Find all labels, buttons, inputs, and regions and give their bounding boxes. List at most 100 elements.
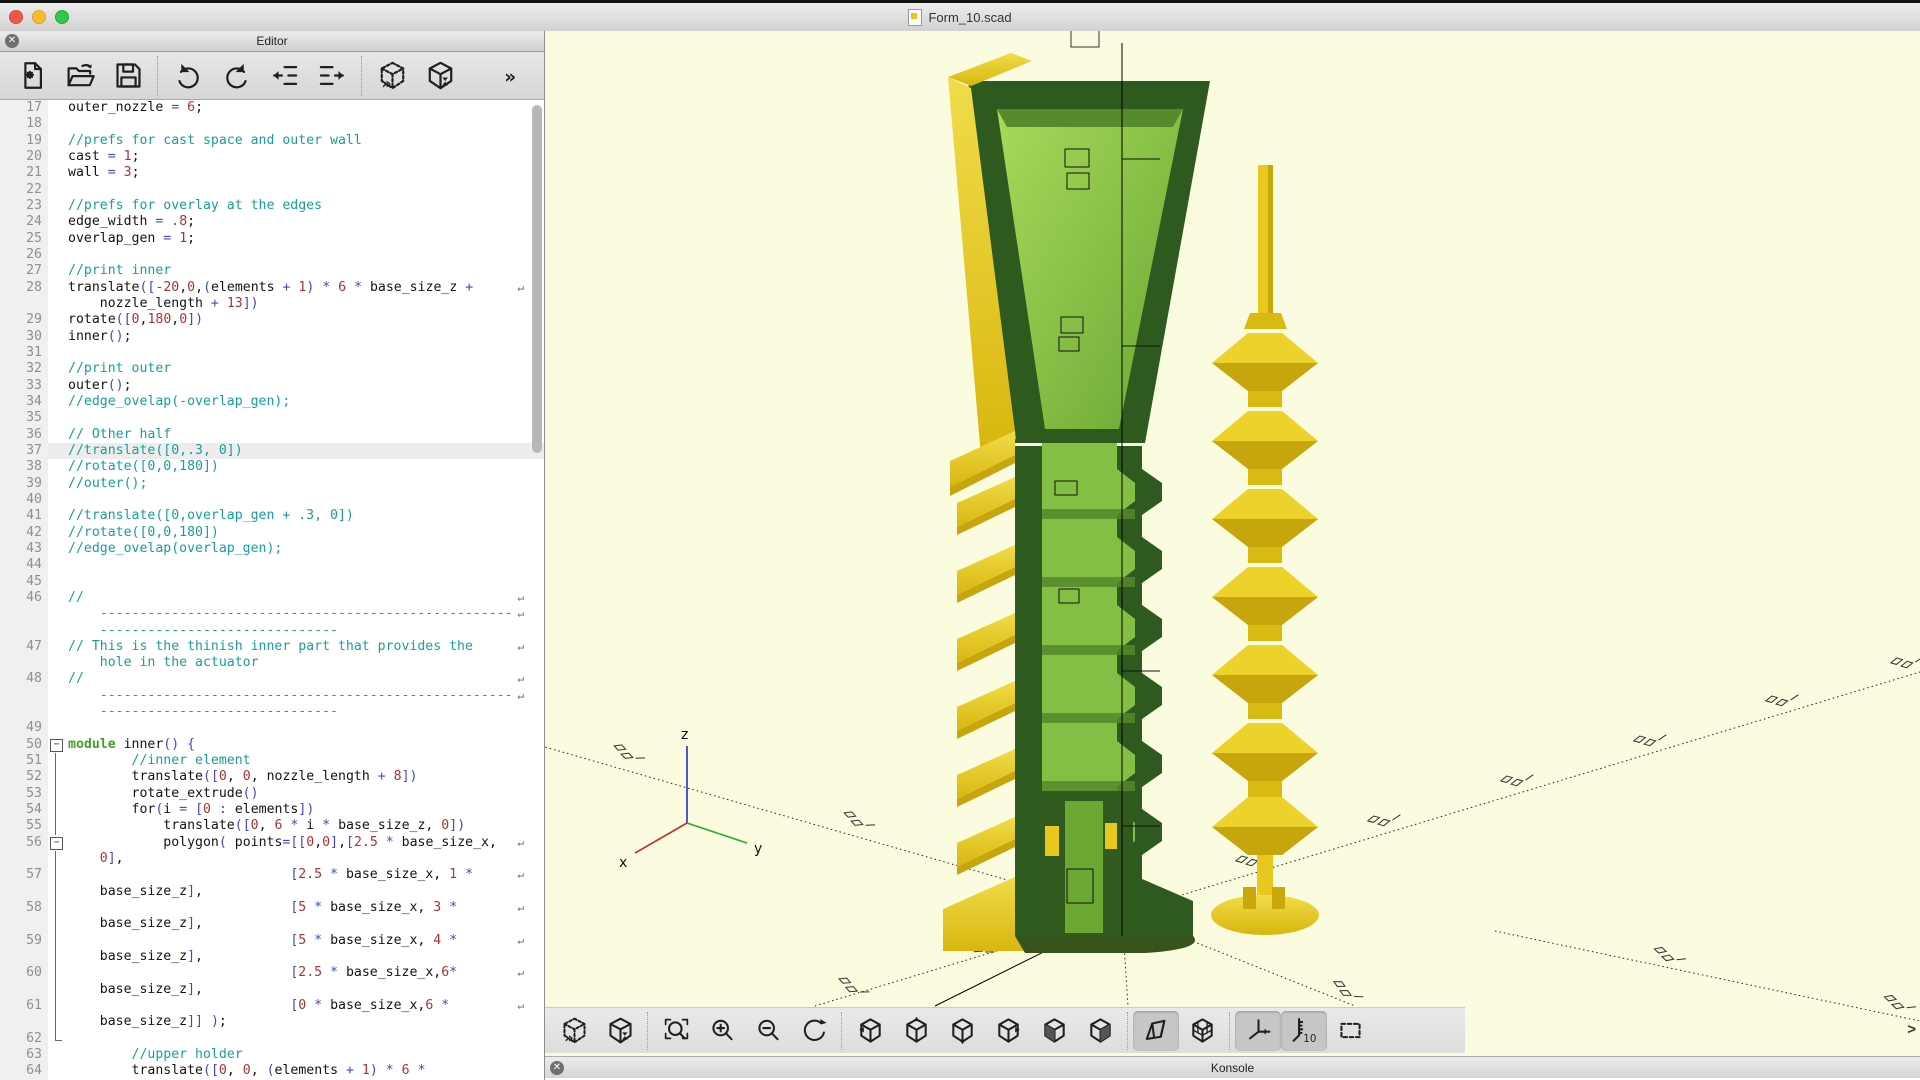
zoom-in-button[interactable] <box>699 1011 745 1051</box>
code-row[interactable]: 31 <box>0 345 544 361</box>
code-row[interactable]: 34//edge_ovelap(-overlap_gen); <box>0 394 544 410</box>
view-top-button[interactable] <box>893 1011 939 1051</box>
viewport-canvas[interactable]: z x y <box>545 31 1920 1056</box>
code-row[interactable]: 50−module inner() { <box>0 737 544 753</box>
code-row[interactable]: 46//↵ <box>0 590 544 606</box>
editor-scrollbar[interactable] <box>532 105 542 453</box>
code-row[interactable]: 23//prefs for overlay at the edges <box>0 198 544 214</box>
code-row[interactable]: 63 //upper holder <box>0 1047 544 1063</box>
code-row[interactable]: 51 //inner element <box>0 753 544 769</box>
code-row[interactable]: 30inner(); <box>0 329 544 345</box>
code-row[interactable]: 0], <box>0 851 544 867</box>
orthogonal-button[interactable] <box>1179 1011 1225 1051</box>
code-row[interactable]: 62 <box>0 1031 544 1047</box>
redo-button[interactable] <box>212 56 260 96</box>
code-row[interactable]: 27//print inner <box>0 263 544 279</box>
code-row[interactable]: 49 <box>0 720 544 736</box>
code-editor[interactable]: 17outer_nozzle = 6;1819//prefs for cast … <box>0 100 544 1080</box>
view-all-button[interactable] <box>1327 1011 1373 1051</box>
indent-button[interactable] <box>308 56 356 96</box>
code-row[interactable]: 58 [5 * base_size_x, 3 *↵ <box>0 900 544 916</box>
code-row[interactable]: 45 <box>0 574 544 590</box>
code-row[interactable]: base_size_z], <box>0 884 544 900</box>
code-row[interactable]: 19//prefs for cast space and outer wall <box>0 133 544 149</box>
view-left-button[interactable] <box>985 1011 1031 1051</box>
code-row[interactable]: 47// This is the thinish inner part that… <box>0 639 544 655</box>
zoom-all-button[interactable] <box>653 1011 699 1051</box>
code-row[interactable]: base_size_z], <box>0 949 544 965</box>
view-right-button[interactable] <box>847 1011 893 1051</box>
fold-column[interactable]: − <box>48 835 68 851</box>
code-row[interactable]: 41//translate([0,overlap_gen + .3, 0]) <box>0 508 544 524</box>
fold-marker-icon[interactable]: − <box>50 739 63 752</box>
code-row[interactable]: 20cast = 1; <box>0 149 544 165</box>
perspective-button[interactable] <box>1133 1011 1179 1051</box>
code-row[interactable]: 21wall = 3; <box>0 165 544 181</box>
code-row[interactable]: 55 translate([0, 6 * i * base_size_z, 0]… <box>0 818 544 834</box>
show-scale-markers-button[interactable]: 10 <box>1281 1011 1327 1051</box>
code-row[interactable]: 39//outer(); <box>0 476 544 492</box>
code-row[interactable]: 36// Other half <box>0 427 544 443</box>
undo-button[interactable] <box>164 56 212 96</box>
open-file-button[interactable] <box>56 56 104 96</box>
view-bottom-button[interactable] <box>939 1011 985 1051</box>
code-row[interactable]: 37//translate([0,.3, 0]) <box>0 443 544 459</box>
code-row[interactable]: 24edge_width = .8; <box>0 214 544 230</box>
code-row[interactable]: 56− polygon( points=[[0,0],[2.5 * base_s… <box>0 835 544 851</box>
code-row[interactable]: 17outer_nozzle = 6; <box>0 100 544 116</box>
code-row[interactable]: 59 [5 * base_size_x, 4 *↵ <box>0 933 544 949</box>
fold-column <box>48 851 68 867</box>
view-toolbar-overflow[interactable]: > <box>1907 1021 1916 1038</box>
3d-viewport[interactable]: z x y » 10 > <box>545 31 1920 1056</box>
code-row[interactable]: base_size_z], <box>0 916 544 932</box>
code-row[interactable]: 38//rotate([0,0,180]) <box>0 459 544 475</box>
code-row[interactable]: 52 translate([0, 0, nozzle_length + 8]) <box>0 769 544 785</box>
fold-marker-icon[interactable]: − <box>50 837 63 850</box>
code-row[interactable]: 54 for(i = [0 : elements]) <box>0 802 544 818</box>
code-row[interactable]: 44 <box>0 557 544 573</box>
code-row[interactable]: base_size_z], <box>0 982 544 998</box>
toolbar-overflow-button[interactable]: » <box>490 56 538 96</box>
new-file-button[interactable] <box>8 56 56 96</box>
reset-view-button[interactable] <box>791 1011 837 1051</box>
render-button[interactable] <box>416 56 464 96</box>
render-button[interactable] <box>597 1011 643 1051</box>
code-text: // Other half <box>68 427 171 442</box>
code-row[interactable]: ------------------------------ <box>0 704 544 720</box>
code-row[interactable]: base_size_z]] ); <box>0 1014 544 1030</box>
code-row[interactable]: 28translate([-20,0,(elements + 1) * 6 * … <box>0 280 544 296</box>
code-row[interactable]: 61 [0 * base_size_x,6 *↵ <box>0 998 544 1014</box>
show-axes-button[interactable] <box>1235 1011 1281 1051</box>
code-row[interactable]: nozzle_length + 13]) <box>0 296 544 312</box>
code-row[interactable]: ----------------------------------------… <box>0 688 544 704</box>
code-row[interactable]: 43//edge_ovelap(overlap_gen); <box>0 541 544 557</box>
fold-column[interactable]: − <box>48 737 68 753</box>
code-row[interactable]: ----------------------------------------… <box>0 606 544 622</box>
code-row[interactable]: hole in the actuator <box>0 655 544 671</box>
code-row[interactable]: 29rotate([0,180,0]) <box>0 312 544 328</box>
code-row[interactable]: 35 <box>0 410 544 426</box>
zoom-out-button[interactable] <box>745 1011 791 1051</box>
code-row[interactable]: 18 <box>0 116 544 132</box>
code-row[interactable]: 60 [2.5 * base_size_x,6*↵ <box>0 965 544 981</box>
save-file-button[interactable] <box>104 56 152 96</box>
code-row[interactable]: 22 <box>0 182 544 198</box>
code-row[interactable]: 33outer(); <box>0 378 544 394</box>
title-bar[interactable]: Form_10.scad <box>0 3 1920 32</box>
code-row[interactable]: 40 <box>0 492 544 508</box>
code-row[interactable]: 48//↵ <box>0 671 544 687</box>
line-number: 64 <box>0 1063 48 1079</box>
code-row[interactable]: 64 translate([0, 0, (elements + 1) * 6 * <box>0 1063 544 1079</box>
preview-button[interactable]: » <box>551 1011 597 1051</box>
unindent-button[interactable] <box>260 56 308 96</box>
code-row[interactable]: 53 rotate_extrude() <box>0 786 544 802</box>
code-row[interactable]: 57 [2.5 * base_size_x, 1 *↵ <box>0 867 544 883</box>
view-back-button[interactable] <box>1077 1011 1123 1051</box>
view-front-button[interactable] <box>1031 1011 1077 1051</box>
preview-button[interactable]: » <box>368 56 416 96</box>
code-row[interactable]: 42//rotate([0,0,180]) <box>0 525 544 541</box>
code-row[interactable]: 26 <box>0 247 544 263</box>
code-row[interactable]: 32//print outer <box>0 361 544 377</box>
code-row[interactable]: ------------------------------ <box>0 623 544 639</box>
code-row[interactable]: 25overlap_gen = 1; <box>0 231 544 247</box>
